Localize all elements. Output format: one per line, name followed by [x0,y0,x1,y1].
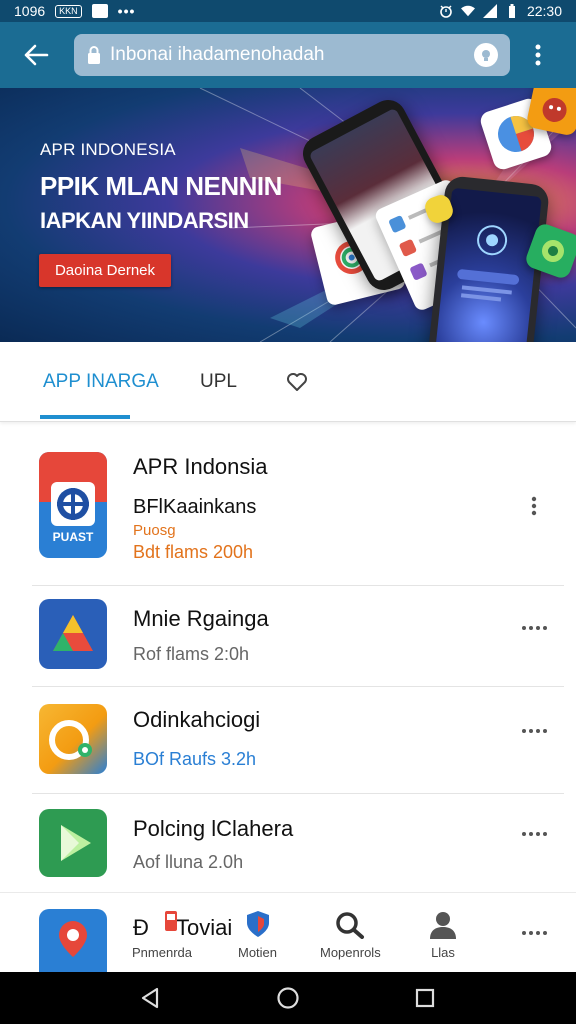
search-icon [336,912,365,939]
battery-icon [508,4,515,18]
arrow-left-icon [24,44,49,66]
system-back-button[interactable] [136,984,164,1012]
status-bar: 1096 KKN ••• 22:30 [0,0,576,22]
bottom-nav: Ð Toviai Pnmenrda Motien Mopenrols Llas [0,892,576,973]
nav-item-pnmenrda[interactable]: Pnmenrda [132,909,192,960]
banner-cta-button[interactable]: Daoina Dernek [39,254,171,287]
more-horizontal-icon [522,626,547,630]
nav-more-button[interactable] [516,915,552,951]
promo-banner[interactable]: APR INDONESIA PPIK MLAN NENNIN IAPKAN YI… [0,88,576,342]
app-icon [39,809,107,877]
screen: 1096 KKN ••• 22:30 Inbonai ihadamenohada… [0,0,576,1024]
app-name: Polcing lClahera [133,816,294,841]
app-meta: Rof flams 2:0h [133,644,250,664]
more-horizontal-icon [522,729,547,733]
list-item[interactable]: Mnie Rgainga Rof flams 2:0h [0,586,576,686]
map-pin-icon [59,921,87,957]
system-home-button[interactable] [274,984,302,1012]
tab-upl[interactable]: UPL [200,342,237,422]
voice-search-button[interactable] [474,43,498,67]
inbox-icon [164,911,177,931]
system-recents-button[interactable] [411,984,439,1012]
alarm-icon [440,5,452,18]
microphone-icon [482,50,490,61]
triangle-back-icon [141,987,159,1009]
more-vertical-icon [535,44,541,66]
list-item[interactable]: PUAST APR Indonsia BFlKaainkans Puosg Bd… [0,432,576,586]
nav-item-motien[interactable]: Motien [238,909,277,960]
nav-label: Mopenrols [320,945,381,960]
more-notifications-icon: ••• [117,3,136,19]
app-icon [39,704,107,774]
app-name: Mnie Rgainga [133,606,269,631]
tab-app-inarga[interactable]: APP INARGA [43,342,159,422]
app-icon[interactable] [39,909,107,973]
nav-label: Motien [238,945,278,960]
list-item[interactable]: Polcing lClahera Aof lluna 2.0h [0,794,576,892]
square-recents-icon [415,988,435,1008]
triangle-prism-icon [53,615,93,651]
status-badge: KKN [55,4,82,18]
signal-icon [482,4,497,18]
more-options-button[interactable] [516,610,552,646]
nav-item-mopenrols[interactable]: Mopenrols [320,911,381,960]
shield-icon [246,911,269,937]
heart-icon [287,373,307,391]
app-subtitle: BFlKaainkans [133,496,257,518]
app-icon: PUAST [39,452,107,558]
more-options-button[interactable] [516,816,552,852]
wifi-icon [460,5,475,17]
nav-label: Llas [431,945,455,960]
banner-tag: APR INDONESIA [40,140,176,159]
app-meta: Bdt flams 200h [133,542,254,562]
lock-icon [88,46,100,64]
status-time-left: 1096 [14,3,46,19]
app-icon [39,599,107,669]
more-horizontal-icon [522,832,547,836]
status-right: 22:30 [439,3,562,19]
overflow-menu-button[interactable] [520,31,556,79]
tab-label: UPL [200,371,237,392]
tab-label: APP INARGA [43,371,159,392]
browser-app-bar: Inbonai ihadamenohadah [0,22,576,88]
back-button[interactable] [12,31,60,79]
status-left: 1096 KKN ••• [14,3,135,19]
tab-bar: APP INARGA UPL [0,342,576,422]
active-tab-indicator [40,415,130,419]
notification-icon [91,4,108,18]
app-meta: Aof lluna 2.0h [133,852,244,872]
more-options-button[interactable] [516,713,552,749]
status-time-right: 22:30 [526,3,562,19]
person-icon [430,912,456,939]
more-horizontal-icon [522,931,547,935]
play-store-icon [61,825,91,861]
app-meta: BOf Raufs 3.2h [133,749,257,769]
banner-subtitle: IAPKAN YIINDARSIN [40,208,249,233]
paint-palette-icon [49,720,92,760]
app-name: APR Indonsia [133,454,268,479]
circle-home-icon [277,987,299,1009]
url-bar[interactable]: Inbonai ihadamenohadah [74,34,510,76]
banner-title: PPIK MLAN NENNIN [40,171,282,201]
system-navigation-bar [0,972,576,1024]
more-vertical-icon [531,496,537,516]
url-text: Inbonai ihadamenohadah [110,44,325,65]
nav-label: Pnmenrda [132,945,192,960]
target-icon [51,482,95,526]
more-options-button[interactable] [516,488,552,524]
tab-favorites[interactable] [286,342,308,422]
app-name: Odinkahciogi [133,707,261,732]
app-tag: Puosg [133,522,176,539]
nav-item-llas[interactable]: Llas [428,911,458,960]
list-item[interactable]: Odinkahciogi BOf Raufs 3.2h [0,687,576,793]
app-icon-label: PUAST [52,530,94,544]
